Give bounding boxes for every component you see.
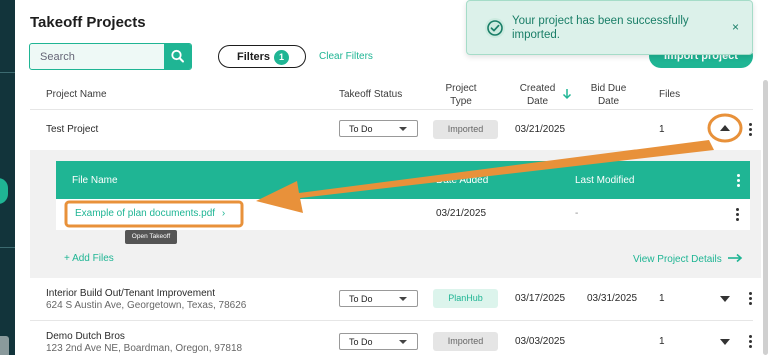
col-header-last-modified: Last Modified bbox=[575, 175, 635, 186]
status-value: To Do bbox=[349, 294, 373, 304]
success-toast: Your project has been successfully impor… bbox=[466, 0, 753, 55]
expand-row-icon[interactable] bbox=[720, 296, 730, 302]
chevron-down-icon bbox=[399, 340, 407, 344]
files-count: 1 bbox=[659, 124, 665, 135]
col-header-files[interactable]: Files bbox=[659, 88, 680, 101]
left-sidebar bbox=[0, 0, 15, 355]
chevron-down-icon bbox=[399, 127, 407, 131]
status-value: To Do bbox=[349, 337, 373, 347]
col-header-status[interactable]: Takeoff Status bbox=[339, 88, 402, 101]
search-button[interactable] bbox=[164, 44, 191, 69]
chevron-right-icon: › bbox=[221, 208, 226, 219]
col-header-file-name: File Name bbox=[72, 175, 118, 186]
files-count: 1 bbox=[659, 336, 665, 347]
sidebar-bottom-item[interactable] bbox=[0, 336, 9, 355]
scrollbar[interactable] bbox=[763, 80, 768, 355]
page-title: Takeoff Projects bbox=[30, 14, 146, 31]
col-header-due[interactable]: Bid Due Date bbox=[586, 82, 631, 108]
clear-filters-link[interactable]: Clear Filters bbox=[319, 51, 373, 62]
files-count: 1 bbox=[659, 293, 665, 304]
chevron-down-icon bbox=[399, 297, 407, 301]
status-value: To Do bbox=[349, 124, 373, 134]
status-select[interactable]: To Do bbox=[339, 333, 418, 350]
filters-count-badge: 1 bbox=[274, 50, 289, 65]
search-icon bbox=[171, 49, 184, 63]
created-date: 03/03/2025 bbox=[515, 336, 566, 347]
check-circle-icon bbox=[485, 18, 505, 38]
sidebar-divider bbox=[0, 72, 15, 73]
more-options-icon[interactable] bbox=[735, 174, 741, 187]
sidebar-active-indicator[interactable] bbox=[0, 178, 8, 204]
project-name[interactable]: Test Project bbox=[46, 124, 98, 135]
more-options-icon[interactable] bbox=[734, 208, 740, 221]
more-options-icon[interactable] bbox=[747, 292, 753, 305]
project-type-badge: Imported bbox=[433, 332, 498, 351]
status-select[interactable]: To Do bbox=[339, 120, 418, 137]
sort-down-arrow-icon[interactable] bbox=[562, 88, 572, 100]
file-date-added: 03/21/2025 bbox=[436, 208, 487, 219]
file-name: Example of plan documents.pdf bbox=[75, 208, 216, 219]
created-date: 03/21/2025 bbox=[515, 124, 566, 135]
search-box bbox=[29, 43, 192, 70]
arrow-right-icon bbox=[727, 253, 742, 263]
created-date: 03/17/2025 bbox=[515, 293, 566, 304]
view-project-details-link[interactable]: View Project Details bbox=[633, 253, 743, 265]
more-options-icon[interactable] bbox=[747, 335, 753, 348]
project-address: 624 S Austin Ave, Georgetown, Texas, 786… bbox=[46, 300, 247, 311]
file-last-modified: - bbox=[575, 208, 579, 219]
divider bbox=[30, 109, 753, 110]
project-name[interactable]: Interior Build Out/Tenant Improvement bbox=[46, 288, 215, 299]
search-input[interactable] bbox=[30, 44, 165, 69]
more-options-icon[interactable] bbox=[747, 123, 753, 136]
project-name[interactable]: Demo Dutch Bros bbox=[46, 331, 125, 342]
project-type-badge: PlanHub bbox=[433, 289, 498, 308]
file-name-link[interactable]: Example of plan documents.pdf › bbox=[75, 208, 225, 219]
divider bbox=[30, 320, 753, 321]
status-select[interactable]: To Do bbox=[339, 290, 418, 307]
view-details-label: View Project Details bbox=[633, 254, 722, 265]
add-files-link[interactable]: + Add Files bbox=[64, 253, 114, 264]
toast-message: Your project has been successfully impor… bbox=[512, 15, 689, 41]
col-header-date-added: Date Added bbox=[436, 175, 489, 186]
col-header-type[interactable]: Project Type bbox=[436, 82, 486, 108]
filters-button[interactable]: Filters 1 bbox=[218, 45, 306, 68]
tooltip: Open Takeoff bbox=[125, 230, 177, 244]
collapse-row-icon[interactable] bbox=[720, 125, 730, 131]
col-header-created[interactable]: Created Date bbox=[515, 82, 560, 108]
files-table-header: File Name Date Added Last Modified bbox=[56, 161, 750, 199]
sidebar-divider bbox=[0, 247, 15, 248]
expand-row-icon[interactable] bbox=[720, 339, 730, 345]
bid-due-date: 03/31/2025 bbox=[587, 293, 638, 304]
project-type-badge: Imported bbox=[433, 120, 498, 139]
filters-label: Filters bbox=[237, 51, 271, 63]
col-header-name[interactable]: Project Name bbox=[46, 88, 107, 101]
close-icon[interactable]: × bbox=[732, 20, 739, 34]
project-address: 123 2nd Ave NE, Boardman, Oregon, 97818 bbox=[46, 343, 243, 354]
